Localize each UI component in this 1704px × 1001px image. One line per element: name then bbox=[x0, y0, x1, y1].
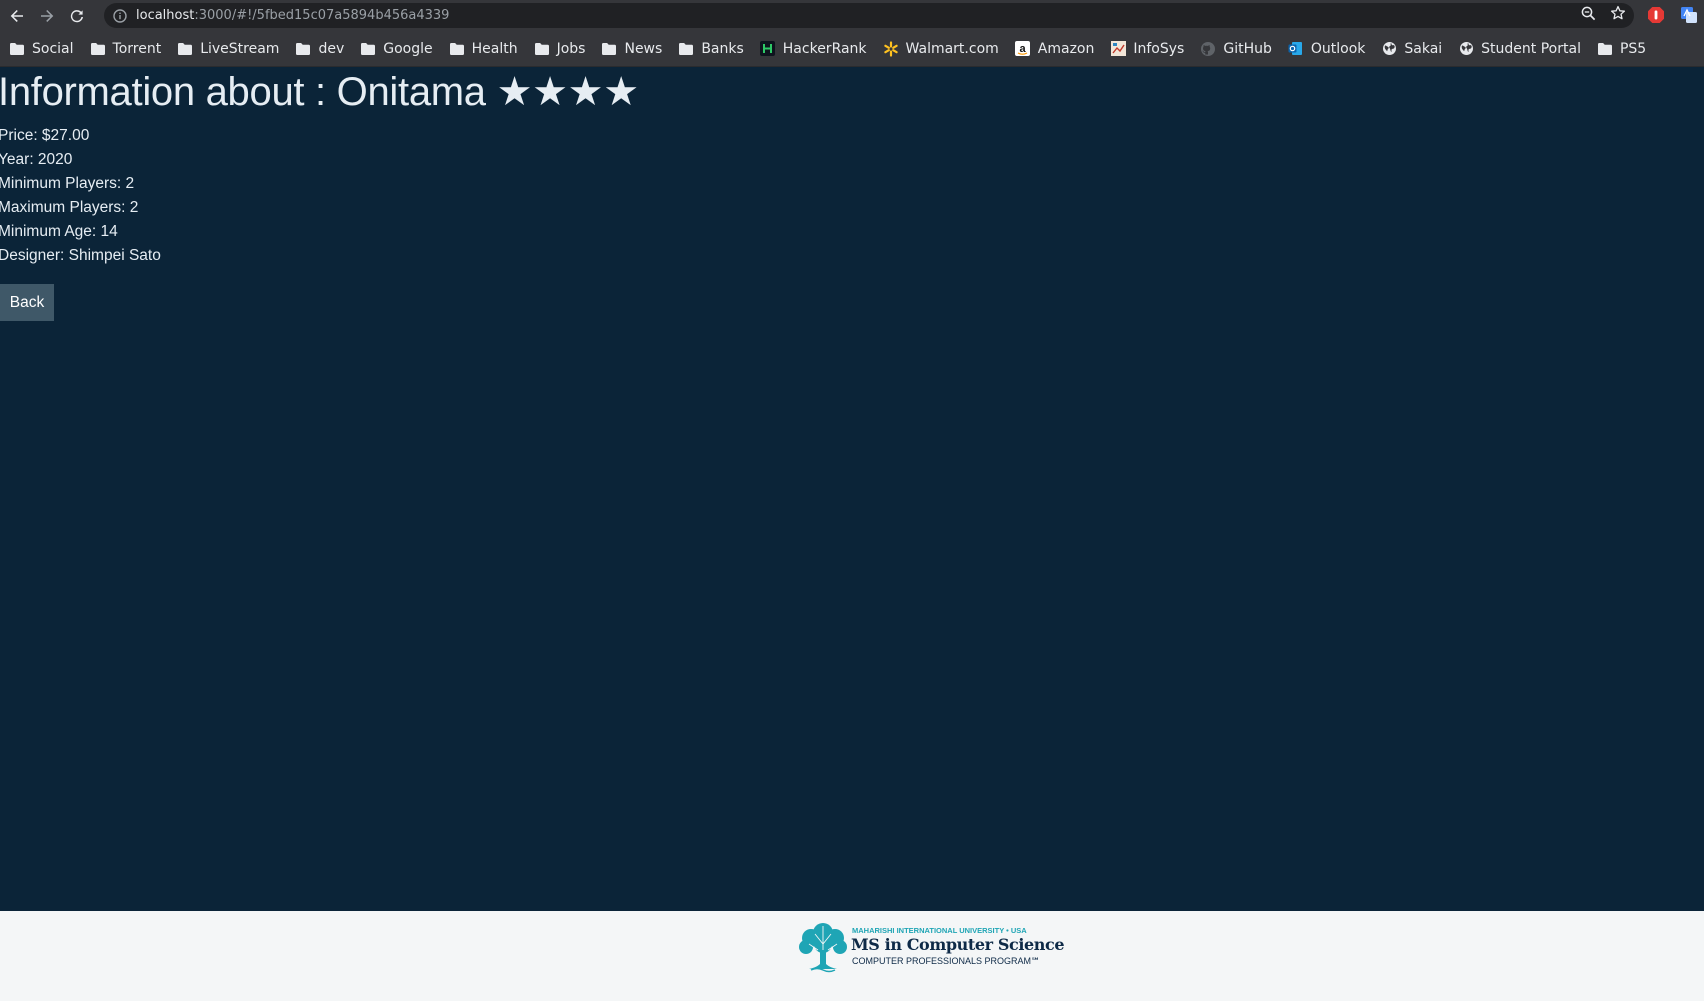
min-players-detail: Minimum Players: 2 bbox=[0, 175, 135, 192]
bookmark-label: Student Portal bbox=[1481, 40, 1581, 57]
bookmark-student-portal[interactable]: Student Portal bbox=[1458, 41, 1581, 57]
bookmark-torrent[interactable]: Torrent bbox=[90, 40, 162, 57]
bookmark-label: Social bbox=[32, 40, 74, 57]
folder-icon bbox=[601, 41, 617, 57]
folder-icon bbox=[9, 41, 25, 57]
bookmark-ps5[interactable]: PS5 bbox=[1597, 41, 1646, 57]
bookmark-label: Walmart.com bbox=[905, 40, 999, 57]
bookmark-github[interactable]: GitHub bbox=[1200, 41, 1272, 57]
folder-icon bbox=[534, 41, 550, 57]
reload-icon[interactable] bbox=[62, 0, 92, 31]
price-detail: Price: $27.00 bbox=[0, 127, 90, 144]
year-detail: Year: 2020 bbox=[0, 151, 73, 168]
back-button[interactable]: Back bbox=[0, 284, 54, 321]
logo-program-subtitle: COMPUTER PROFESSIONALS PROGRAM℠ bbox=[852, 956, 1041, 966]
university-logo[interactable]: MAHARISHI INTERNATIONAL UNIVERSITY • USA… bbox=[797, 919, 1065, 975]
bookmark-outlook[interactable]: Outlook bbox=[1288, 40, 1366, 57]
zoom-icon[interactable] bbox=[1581, 6, 1596, 26]
globe-icon bbox=[1458, 41, 1474, 57]
folder-icon bbox=[678, 41, 694, 57]
folder-icon bbox=[295, 41, 311, 57]
bookmark-label: Health bbox=[471, 40, 518, 57]
folder-icon bbox=[90, 41, 106, 57]
bookmark-health[interactable]: Health bbox=[449, 41, 518, 57]
star-rating: ★★★★ bbox=[496, 70, 640, 114]
folder-icon bbox=[1597, 41, 1613, 57]
translate-extension-icon[interactable] bbox=[1680, 6, 1698, 24]
amazon-icon: a bbox=[1015, 41, 1031, 57]
bookmark-label: Jobs bbox=[556, 40, 586, 57]
walmart-icon bbox=[883, 40, 899, 57]
back-arrow-icon[interactable] bbox=[2, 0, 32, 31]
bookmark-livestream[interactable]: LiveStream bbox=[177, 41, 279, 57]
bookmark-google[interactable]: Google bbox=[360, 40, 433, 57]
bookmark-star-icon[interactable] bbox=[1610, 5, 1626, 26]
bookmarks-bar: Social Torrent LiveStream dev Google Health Jo… bbox=[0, 31, 1704, 67]
bookmark-infosys[interactable]: InfoSys bbox=[1110, 41, 1184, 57]
bookmark-social[interactable]: Social bbox=[9, 41, 74, 57]
folder-icon bbox=[360, 41, 376, 57]
folder-icon bbox=[449, 41, 465, 57]
bookmark-label: Sakai bbox=[1404, 40, 1443, 57]
game-name: Onitama bbox=[336, 70, 486, 114]
designer-detail: Designer: Shimpei Sato bbox=[0, 247, 161, 264]
url-text: localhost:3000/#!/5fbed15c07a5894b456a43… bbox=[136, 8, 449, 23]
bookmark-label: dev bbox=[318, 40, 345, 57]
adblock-extension-icon[interactable] bbox=[1647, 6, 1665, 24]
min-age-detail: Minimum Age: 14 bbox=[0, 223, 118, 240]
github-icon bbox=[1200, 41, 1216, 57]
bookmark-label: LiveStream bbox=[200, 40, 280, 57]
url-host: localhost bbox=[136, 8, 195, 23]
bookmark-hackerrank[interactable]: HackerRank bbox=[760, 41, 867, 57]
folder-icon bbox=[177, 41, 193, 57]
hackerrank-icon bbox=[760, 41, 776, 57]
title-prefix: Information about : bbox=[0, 70, 337, 114]
forward-arrow-icon[interactable] bbox=[32, 0, 62, 31]
game-detail-page: Information about : Onitama ★★★★ Price: … bbox=[0, 67, 1704, 911]
globe-icon bbox=[1381, 41, 1397, 57]
bookmark-label: Google bbox=[383, 40, 433, 57]
bookmark-walmart-com[interactable]: Walmart.com bbox=[883, 41, 999, 57]
bookmark-label: News bbox=[624, 40, 663, 57]
game-details: Price: $27.00 Year: 2020 Minimum Players… bbox=[0, 124, 161, 268]
logo-university-text: MAHARISHI INTERNATIONAL UNIVERSITY • USA bbox=[852, 926, 1027, 935]
bookmark-label: Amazon bbox=[1037, 40, 1095, 57]
bookmark-label: HackerRank bbox=[782, 40, 867, 57]
browser-toolbar: localhost:3000/#!/5fbed15c07a5894b456a43… bbox=[0, 0, 1704, 31]
bookmark-dev[interactable]: dev bbox=[295, 41, 344, 57]
bookmark-news[interactable]: News bbox=[601, 41, 662, 57]
outlook-icon bbox=[1288, 41, 1304, 57]
bookmark-label: GitHub bbox=[1223, 40, 1272, 57]
bookmark-banks[interactable]: Banks bbox=[678, 40, 744, 57]
max-players-detail: Maximum Players: 2 bbox=[0, 199, 139, 216]
bookmark-label: Outlook bbox=[1310, 40, 1366, 57]
infosys-icon bbox=[1110, 41, 1126, 57]
tree-logo-icon bbox=[799, 923, 847, 973]
bookmark-label: PS5 bbox=[1619, 40, 1647, 57]
logo-program-title: MS in Computer Science bbox=[851, 935, 1065, 954]
footer: MAHARISHI INTERNATIONAL UNIVERSITY • USA… bbox=[0, 911, 1704, 1001]
bookmark-jobs[interactable]: Jobs bbox=[534, 40, 586, 57]
bookmark-amazon[interactable]: a Amazon bbox=[1015, 40, 1095, 57]
address-bar[interactable]: localhost:3000/#!/5fbed15c07a5894b456a43… bbox=[104, 3, 1634, 28]
bookmark-label: Torrent bbox=[112, 40, 162, 57]
bookmark-sakai[interactable]: Sakai bbox=[1381, 41, 1442, 57]
info-icon[interactable] bbox=[112, 8, 128, 24]
url-path: :3000/#!/5fbed15c07a5894b456a4339 bbox=[194, 8, 450, 23]
page-title: Information about : Onitama ★★★★ bbox=[0, 69, 639, 115]
bookmark-label: InfoSys bbox=[1133, 40, 1185, 57]
bookmark-label: Banks bbox=[701, 40, 744, 57]
